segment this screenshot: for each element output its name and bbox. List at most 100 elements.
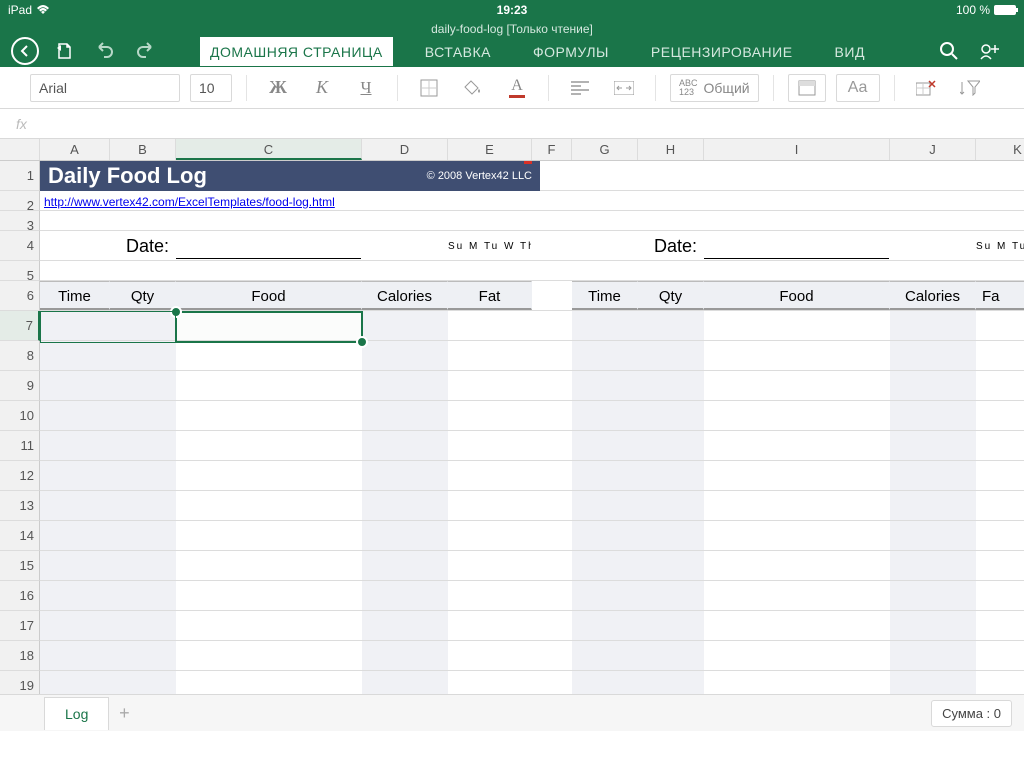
row-header[interactable]: 16 (0, 581, 40, 611)
search-button[interactable] (934, 36, 964, 66)
row-header[interactable]: 7 (0, 311, 40, 341)
table-row[interactable] (40, 311, 1024, 341)
underline-button[interactable]: Ч (349, 74, 383, 102)
table-row[interactable] (40, 491, 1024, 521)
col-qty: Qty (638, 281, 704, 310)
col-header[interactable]: B (110, 139, 176, 160)
table-row (40, 211, 1024, 231)
row-headers: 1 2 3 4 5 6 7 8 9 10 11 12 13 14 15 16 1… (0, 161, 40, 701)
col-food: Food (176, 281, 362, 310)
table-row[interactable] (40, 371, 1024, 401)
col-header[interactable]: H (638, 139, 704, 160)
row-header[interactable]: 15 (0, 551, 40, 581)
merge-button[interactable] (607, 74, 641, 102)
add-sheet-button[interactable]: + (109, 703, 139, 724)
weekdays: Su M Tu W Th F Sa (448, 231, 532, 260)
date-label: Date: (638, 231, 704, 260)
col-cal: Calories (362, 281, 448, 310)
col-header[interactable]: K (976, 139, 1024, 160)
table-row[interactable] (40, 551, 1024, 581)
sheet-tab[interactable]: Log (44, 697, 109, 730)
table-row[interactable] (40, 431, 1024, 461)
table-row (40, 261, 1024, 281)
status-summary[interactable]: Сумма : 0 (931, 700, 1012, 727)
col-header[interactable]: F (532, 139, 572, 160)
sheet-title: Daily Food Log (48, 163, 427, 189)
spreadsheet-grid[interactable]: A B C D E F G H I J K 1 2 3 4 5 6 7 8 9 … (0, 139, 1024, 731)
tab-home[interactable]: ДОМАШНЯЯ СТРАНИЦА (200, 37, 393, 66)
borders-button[interactable] (412, 74, 446, 102)
font-size-select[interactable]: 10 (190, 74, 232, 102)
table-row[interactable] (40, 341, 1024, 371)
row-header[interactable]: 5 (0, 261, 40, 281)
row-header[interactable]: 4 (0, 231, 40, 261)
table-row[interactable] (40, 611, 1024, 641)
cell-styles-button[interactable] (788, 74, 826, 102)
col-header[interactable]: J (890, 139, 976, 160)
date-field[interactable] (704, 235, 889, 259)
cells-area[interactable]: Daily Food Log © 2008 Vertex42 LLC http:… (40, 161, 1024, 701)
row-header[interactable]: 8 (0, 341, 40, 371)
text-styles-button[interactable]: Aa (836, 74, 880, 102)
col-header[interactable]: D (362, 139, 448, 160)
share-button[interactable] (974, 36, 1004, 66)
table-row: Time Qty Food Calories Fat Time Qty Food… (40, 281, 1024, 311)
date-field[interactable] (176, 235, 361, 259)
row-header[interactable]: 1 (0, 161, 40, 191)
col-time: Time (572, 281, 638, 310)
table-row[interactable] (40, 521, 1024, 551)
row-header[interactable]: 14 (0, 521, 40, 551)
wifi-icon (36, 5, 50, 15)
date-label: Date: (110, 231, 176, 260)
sort-filter-button[interactable] (953, 74, 987, 102)
row-header[interactable]: 2 (0, 191, 40, 211)
col-cal: Calories (890, 281, 976, 310)
format-toolbar: Arial 10 Ж К Ч A ABC123 Общий Aa (0, 67, 1024, 109)
table-row[interactable] (40, 461, 1024, 491)
weekdays: Su M Tu W Th (976, 231, 1024, 260)
row-header[interactable]: 11 (0, 431, 40, 461)
comment-indicator (524, 161, 532, 164)
undo-button[interactable] (90, 36, 120, 66)
tab-review[interactable]: РЕЦЕНЗИРОВАНИЕ (641, 37, 803, 66)
row-header[interactable]: 6 (0, 281, 40, 311)
row-header[interactable]: 3 (0, 211, 40, 231)
row-header[interactable]: 18 (0, 641, 40, 671)
row-header[interactable]: 13 (0, 491, 40, 521)
fill-color-button[interactable] (456, 74, 490, 102)
sheet-tab-bar: Log + Сумма : 0 (0, 694, 1024, 731)
col-header[interactable]: G (572, 139, 638, 160)
table-row[interactable] (40, 401, 1024, 431)
template-link[interactable]: http://www.vertex42.com/ExcelTemplates/f… (40, 191, 540, 210)
col-header[interactable]: I (704, 139, 890, 160)
select-all-corner[interactable] (0, 139, 40, 160)
col-header[interactable]: E (448, 139, 532, 160)
col-header[interactable]: C (176, 139, 362, 160)
italic-button[interactable]: К (305, 74, 339, 102)
column-headers: A B C D E F G H I J K (0, 139, 1024, 161)
align-button[interactable] (563, 74, 597, 102)
number-format-select[interactable]: ABC123 Общий (670, 74, 759, 102)
row-header[interactable]: 10 (0, 401, 40, 431)
bold-button[interactable]: Ж (261, 74, 295, 102)
row-header[interactable]: 12 (0, 461, 40, 491)
tab-formulas[interactable]: ФОРМУЛЫ (523, 37, 619, 66)
table-row[interactable] (40, 641, 1024, 671)
table-row: Daily Food Log © 2008 Vertex42 LLC (40, 161, 1024, 191)
tab-view[interactable]: ВИД (825, 37, 875, 66)
file-button[interactable] (50, 36, 80, 66)
row-header[interactable]: 17 (0, 611, 40, 641)
row-header[interactable]: 9 (0, 371, 40, 401)
insert-delete-button[interactable] (909, 74, 943, 102)
back-button[interactable] (10, 36, 40, 66)
copyright: © 2008 Vertex42 LLC (427, 170, 532, 182)
font-name-select[interactable]: Arial (30, 74, 180, 102)
formula-bar[interactable]: fx (0, 109, 1024, 139)
battery-pct: 100 % (956, 3, 990, 17)
redo-button[interactable] (130, 36, 160, 66)
col-header[interactable]: A (40, 139, 110, 160)
tab-insert[interactable]: ВСТАВКА (415, 37, 501, 66)
font-color-button[interactable]: A (500, 74, 534, 102)
title-banner: Daily Food Log © 2008 Vertex42 LLC (40, 161, 540, 191)
table-row[interactable] (40, 581, 1024, 611)
